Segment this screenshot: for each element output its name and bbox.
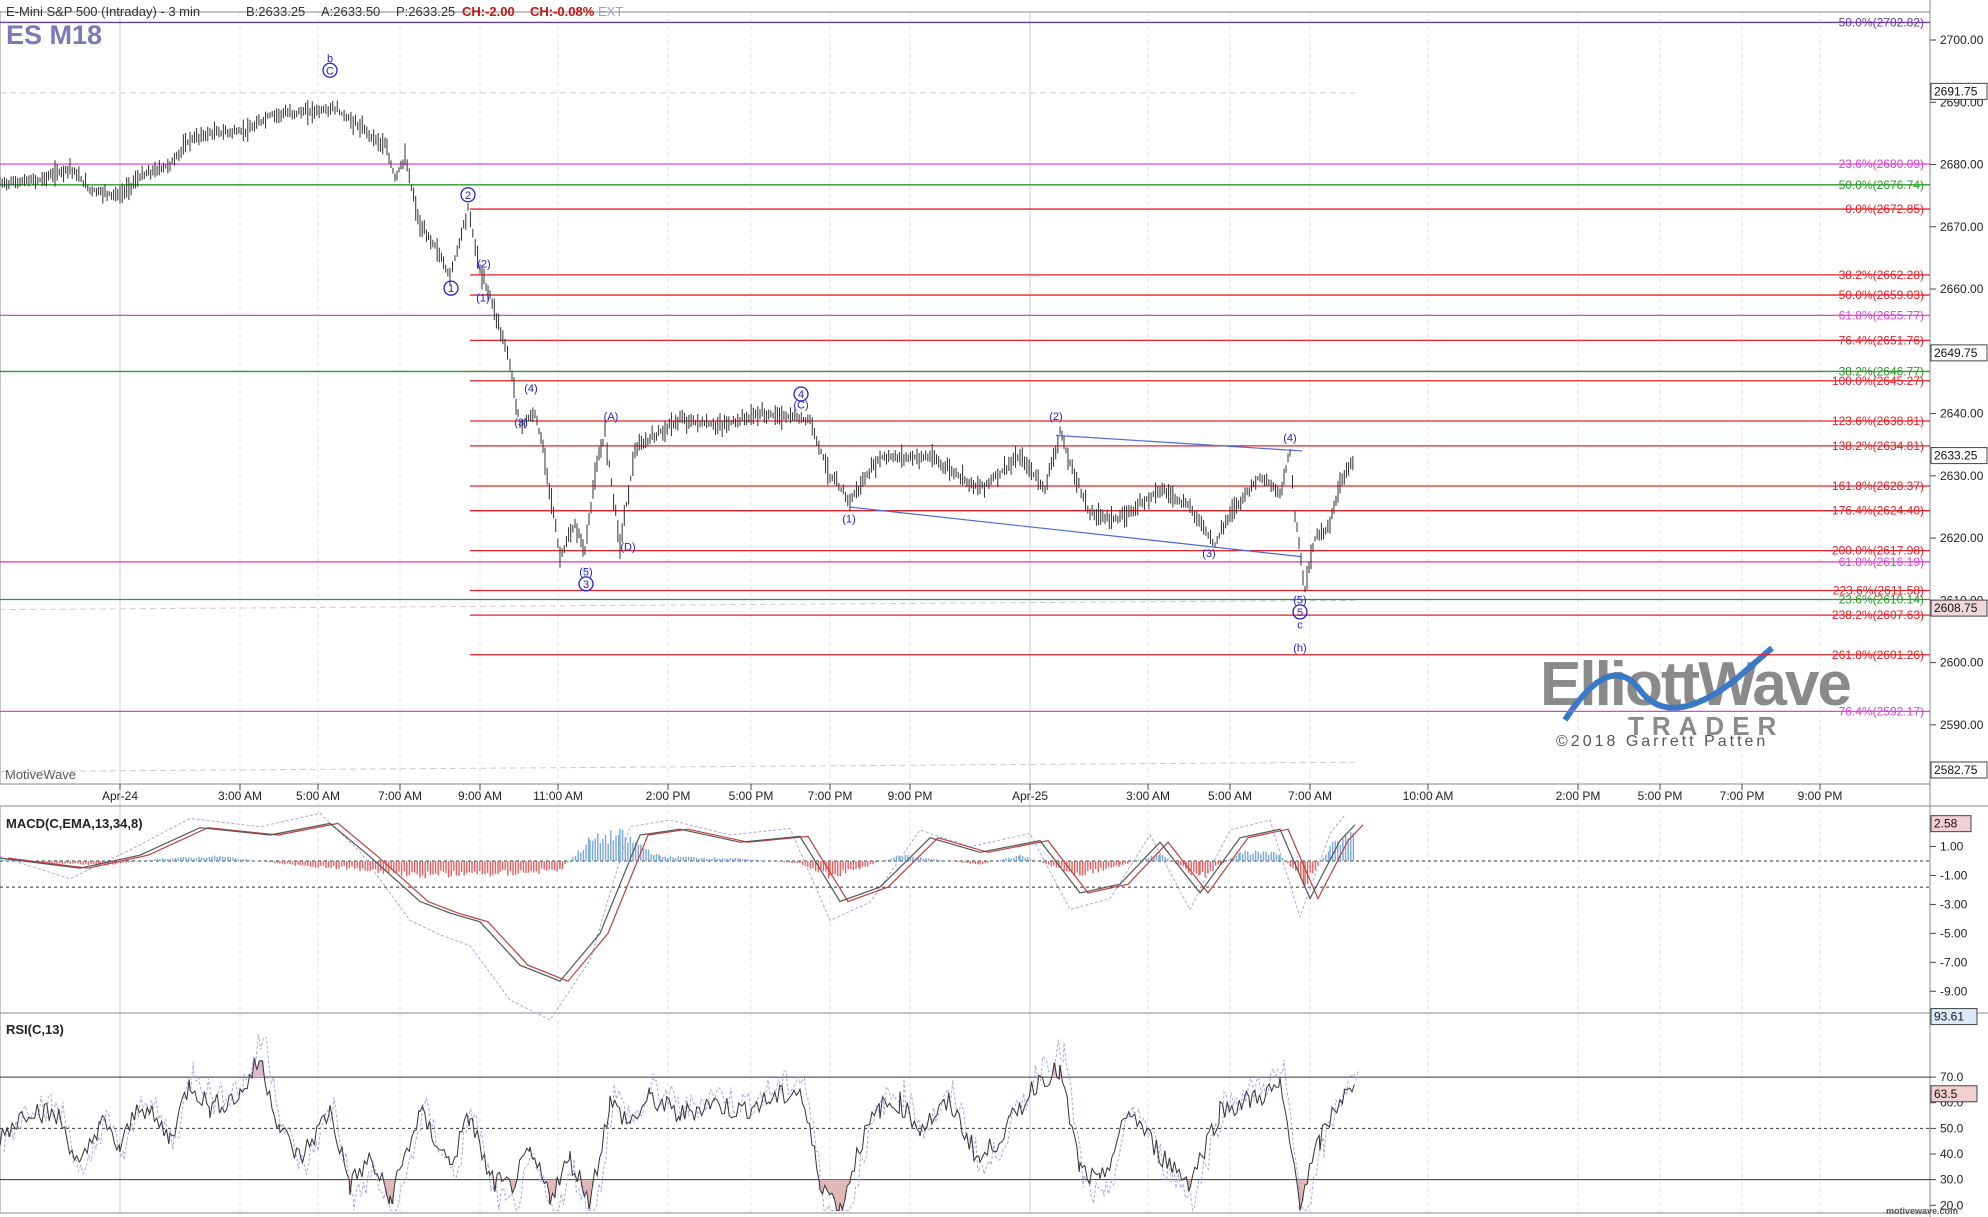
bid-readout: B:2633.25 bbox=[246, 4, 305, 19]
wave-label: (4) bbox=[1283, 433, 1296, 445]
time-tick-label: 9:00 PM bbox=[888, 789, 933, 803]
time-tick-label: 7:00 PM bbox=[808, 789, 853, 803]
wave-label: (1) bbox=[842, 514, 855, 526]
price-axis-label: 2590.00 bbox=[1940, 718, 1984, 732]
time-tick-label: 5:00 AM bbox=[1208, 789, 1252, 803]
rsi-axis-label: 50.0 bbox=[1940, 1121, 1964, 1135]
fib-level-label: 50.0%(2676.74) bbox=[1839, 178, 1924, 192]
macd-badge: 2.58 bbox=[1934, 817, 1958, 831]
price-axis-label: 2600.00 bbox=[1940, 656, 1984, 670]
chart-canvas: E-Mini S&P 500 (Intraday) - 3 min B:2633… bbox=[0, 0, 1988, 1217]
time-tick-label: 5:00 PM bbox=[1638, 789, 1683, 803]
fib-level-label: 61.8%(2616.19) bbox=[1839, 555, 1924, 569]
wave-label: (3) bbox=[1202, 548, 1215, 560]
fib-level-label: 50.0%(2659.03) bbox=[1839, 288, 1924, 302]
rsi-label: RSI(C,13) bbox=[6, 1022, 64, 1037]
rsi-axis-label: 70.0 bbox=[1940, 1070, 1964, 1084]
price-readout: P:2633.25 bbox=[396, 4, 455, 19]
wave-label: (1) bbox=[476, 293, 489, 305]
macd-axis-label: 1.00 bbox=[1940, 840, 1964, 854]
fib-level-label: 50.0%(2702.82) bbox=[1839, 15, 1924, 29]
wave-label: (D) bbox=[620, 542, 635, 554]
macd-axis-label: -7.00 bbox=[1940, 955, 1968, 969]
rsi-badge: 93.61 bbox=[1934, 1010, 1964, 1024]
price-badge: 2691.75 bbox=[1934, 84, 1978, 98]
price-axis-label: 2630.00 bbox=[1940, 469, 1984, 483]
wave-label: 2 bbox=[465, 190, 471, 202]
fib-level-label: 261.8%(2601.26) bbox=[1832, 648, 1924, 662]
macd-label: MACD(C,EMA,13,34,8) bbox=[6, 816, 143, 831]
fib-level-label: 61.8%(2655.77) bbox=[1839, 308, 1924, 322]
price-axis-label: 2670.00 bbox=[1940, 220, 1984, 234]
fib-level-label: 161.8%(2628.37) bbox=[1832, 479, 1924, 493]
time-tick-label: 10:00 AM bbox=[1403, 789, 1454, 803]
macd-axis-label: -9.00 bbox=[1940, 984, 1968, 998]
rsi-axis-label: 20.0 bbox=[1940, 1198, 1964, 1212]
wave-label: (4) bbox=[524, 383, 537, 395]
wave-label: (C) bbox=[793, 400, 808, 412]
time-tick-label: 2:00 PM bbox=[1556, 789, 1601, 803]
time-tick-label: 7:00 AM bbox=[378, 789, 422, 803]
time-tick-label: Apr-24 bbox=[102, 789, 138, 803]
time-tick-label: 7:00 PM bbox=[1720, 789, 1765, 803]
rsi-axis-label: 40.0 bbox=[1940, 1147, 1964, 1161]
wave-label: 5 bbox=[1297, 607, 1303, 619]
macd-axis-label: -5.00 bbox=[1940, 926, 1968, 940]
wave-label: 3 bbox=[583, 579, 589, 591]
symbol-title: ES M18 bbox=[6, 20, 102, 50]
fib-level-label: 23.6%(2680.09) bbox=[1839, 157, 1924, 171]
price-axis-label: 2620.00 bbox=[1940, 531, 1984, 545]
fib-level-label: 123.6%(2638.81) bbox=[1832, 414, 1924, 428]
motivewave-watermark: MotiveWave bbox=[5, 767, 76, 782]
logo-line1: ElliottWave bbox=[1540, 650, 1850, 719]
time-tick-label: 2:00 PM bbox=[646, 789, 691, 803]
change-readout: CH:-2.00 bbox=[462, 4, 515, 19]
fib-level-label: 76.4%(2592.17) bbox=[1839, 704, 1924, 718]
fib-level-label: 38.2%(2662.28) bbox=[1839, 268, 1924, 282]
time-tick-label: 9:00 AM bbox=[458, 789, 502, 803]
ask-readout: A:2633.50 bbox=[321, 4, 380, 19]
rsi-axis-label: 30.0 bbox=[1940, 1173, 1964, 1187]
price-badge: 2633.25 bbox=[1934, 449, 1978, 463]
wave-label: (2) bbox=[477, 258, 490, 270]
fib-level-label: 176.4%(2624.40) bbox=[1832, 504, 1924, 518]
wave-label: (3) bbox=[514, 417, 527, 429]
instrument-title: E-Mini S&P 500 (Intraday) - 3 min bbox=[6, 4, 200, 19]
fib-level-label: 23.6%(2610.14) bbox=[1839, 592, 1924, 606]
time-tick-label: 5:00 AM bbox=[296, 789, 340, 803]
wave-label: (2) bbox=[1049, 411, 1062, 423]
time-tick-label: 7:00 AM bbox=[1288, 789, 1332, 803]
time-tick-label: 3:00 AM bbox=[218, 789, 262, 803]
price-axis-label: 2640.00 bbox=[1940, 407, 1984, 421]
wave-label: 1 bbox=[448, 283, 454, 295]
time-tick-label: 5:00 PM bbox=[729, 789, 774, 803]
time-tick-label: Apr-25 bbox=[1012, 789, 1048, 803]
macd-axis-label: -3.00 bbox=[1940, 897, 1968, 911]
time-tick-label: 3:00 AM bbox=[1126, 789, 1170, 803]
rsi-badge: 63.5 bbox=[1934, 1087, 1958, 1101]
change-pct-readout: CH:-0.08% bbox=[530, 4, 595, 19]
ext-readout: EXT bbox=[598, 4, 623, 19]
fib-level-label: 0.0%(2672.85) bbox=[1845, 202, 1924, 216]
background bbox=[0, 0, 1988, 1217]
price-badge: 2582.75 bbox=[1934, 763, 1978, 777]
fib-level-label: 238.2%(2607.63) bbox=[1832, 608, 1924, 622]
fib-level-label: 138.2%(2634.81) bbox=[1832, 439, 1924, 453]
price-axis-label: 2700.00 bbox=[1940, 33, 1984, 47]
price-badge: 2649.75 bbox=[1934, 346, 1978, 360]
price-badge: 2608.75 bbox=[1934, 601, 1978, 615]
time-tick-label: 11:00 AM bbox=[533, 789, 583, 803]
wave-label: c bbox=[1297, 619, 1303, 631]
wave-label: (A) bbox=[604, 411, 619, 423]
price-axis-label: 2660.00 bbox=[1940, 282, 1984, 296]
fib-level-label: 100.0%(2645.27) bbox=[1832, 374, 1924, 388]
logo-copyright: ©2018 Garrett Patten bbox=[1556, 733, 1768, 750]
wave-label: C bbox=[326, 65, 334, 77]
wave-label: (h) bbox=[1293, 642, 1306, 654]
time-tick-label: 9:00 PM bbox=[1798, 789, 1843, 803]
fib-level-label: 76.4%(2651.76) bbox=[1839, 333, 1924, 347]
price-axis-label: 2680.00 bbox=[1940, 158, 1984, 172]
macd-axis-label: -1.00 bbox=[1940, 868, 1968, 882]
